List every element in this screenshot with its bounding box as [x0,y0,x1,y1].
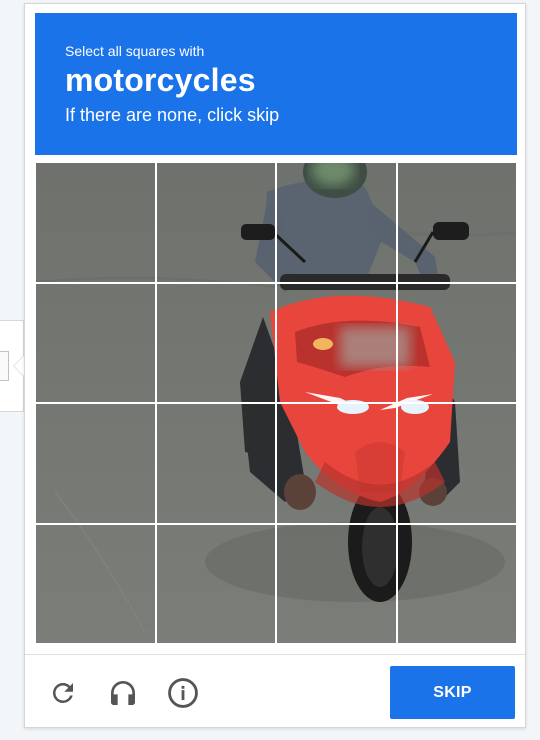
tile-r3-c2[interactable] [155,403,276,524]
tile-r1-c3[interactable] [276,162,397,283]
tile-r4-c2[interactable] [155,523,276,644]
tile-r1-c2[interactable] [155,162,276,283]
challenge-header: Select all squares with motorcycles If t… [35,13,517,155]
instruction-text: Select all squares with [65,43,205,59]
audio-challenge-button[interactable] [105,675,141,711]
target-object-text: motorcycles [65,62,256,98]
image-grid [35,162,517,644]
tile-r2-c1[interactable] [35,282,156,403]
tile-r2-c4[interactable] [396,282,517,403]
tile-r4-c4[interactable] [396,523,517,644]
challenge-footer: SKIP [25,654,525,729]
help-button[interactable] [165,675,201,711]
reload-icon [53,683,73,703]
hint-text: If there are none, click skip [65,105,280,125]
tile-r3-c1[interactable] [35,403,156,524]
tile-r1-c1[interactable] [35,162,156,283]
tile-grid [35,162,517,644]
info-icon [168,678,198,708]
tile-r3-c3[interactable] [276,403,397,524]
tile-r4-c3[interactable] [276,523,397,644]
skip-button[interactable]: SKIP [390,666,515,719]
checkbox-anchor[interactable] [0,351,9,381]
tile-r2-c2[interactable] [155,282,276,403]
headphones-icon [111,681,135,705]
captcha-challenge: Select all squares with motorcycles If t… [24,3,526,728]
captcha-page: Select all squares with motorcycles If t… [0,0,540,740]
tile-r3-c4[interactable] [396,403,517,524]
tile-r2-c3[interactable] [276,282,397,403]
reload-button[interactable] [45,675,81,711]
tile-r1-c4[interactable] [396,162,517,283]
tile-r4-c1[interactable] [35,523,156,644]
